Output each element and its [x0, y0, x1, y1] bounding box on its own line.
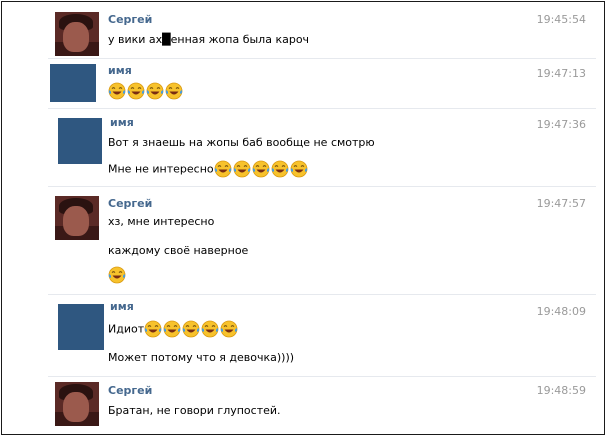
message: Сергей 19:45:54 у вики ах█енная жопа был…: [2, 12, 606, 60]
divider: [48, 108, 596, 109]
tears-of-joy-emoji-icon: [252, 160, 270, 178]
timestamp: 19:47:13: [536, 67, 586, 80]
avatar[interactable]: [58, 304, 104, 350]
message: имя 19:48:09 Идиот Может потому что я де…: [2, 300, 606, 372]
emoji-group: [108, 266, 127, 284]
tears-of-joy-emoji-icon: [144, 320, 162, 338]
divider: [48, 186, 596, 187]
message-text: каждому своё наверное: [108, 244, 249, 257]
avatar[interactable]: [55, 12, 99, 56]
tears-of-joy-emoji-icon: [214, 160, 232, 178]
timestamp: 19:47:36: [536, 118, 586, 131]
tears-of-joy-emoji-icon: [165, 82, 183, 100]
tears-of-joy-emoji-icon: [127, 82, 145, 100]
sender-name[interactable]: имя: [108, 64, 132, 77]
avatar[interactable]: [50, 64, 96, 102]
tears-of-joy-emoji-icon: [271, 160, 289, 178]
tears-of-joy-emoji-icon: [233, 160, 251, 178]
tears-of-joy-emoji-icon: [163, 320, 181, 338]
message: Сергей 19:47:57 хз, мне интересно каждом…: [2, 194, 606, 292]
tears-of-joy-emoji-icon: [146, 82, 164, 100]
message-text-with-emoji: Идиот: [108, 320, 239, 338]
avatar[interactable]: [55, 382, 99, 426]
timestamp: 19:48:09: [536, 305, 586, 318]
chat-window: Сергей 19:45:54 у вики ах█енная жопа был…: [1, 1, 605, 435]
message: имя 19:47:36 Вот я знаешь на жопы баб во…: [2, 114, 606, 184]
message: Сергей 19:48:59 Братан, не говори глупос…: [2, 382, 606, 430]
message-text-with-emoji: Мне не интересно: [108, 160, 309, 178]
message-text: у вики ах█енная жопа была кароч: [108, 33, 310, 46]
timestamp: 19:45:54: [536, 13, 586, 26]
message-text: Братан, не говори глупостей.: [108, 404, 281, 417]
divider: [48, 376, 596, 377]
emoji-group: [108, 82, 184, 100]
message-text: Вот я знаешь на жопы баб вообще не смотр…: [108, 136, 375, 149]
message-emoji-row: [108, 82, 184, 100]
tears-of-joy-emoji-icon: [290, 160, 308, 178]
sender-name[interactable]: имя: [110, 116, 134, 129]
message-emoji-row: [108, 266, 127, 284]
avatar[interactable]: [58, 118, 102, 164]
sender-name[interactable]: Сергей: [108, 197, 152, 210]
timestamp: 19:47:57: [536, 197, 586, 210]
sender-name[interactable]: Сергей: [108, 384, 152, 397]
tears-of-joy-emoji-icon: [182, 320, 200, 338]
divider: [48, 294, 596, 295]
sender-name[interactable]: имя: [110, 300, 134, 313]
tears-of-joy-emoji-icon: [108, 82, 126, 100]
emoji-group: [214, 160, 309, 178]
divider: [48, 58, 596, 59]
message: имя 19:47:13: [2, 64, 606, 114]
tears-of-joy-emoji-icon: [201, 320, 219, 338]
emoji-group: [144, 320, 239, 338]
timestamp: 19:48:59: [536, 384, 586, 397]
sender-name[interactable]: Сергей: [108, 13, 152, 26]
tears-of-joy-emoji-icon: [220, 320, 238, 338]
message-text: Идиот: [108, 322, 145, 336]
message-text: Мне не интересно: [108, 162, 214, 176]
avatar[interactable]: [55, 196, 99, 240]
tears-of-joy-emoji-icon: [108, 266, 126, 284]
message-text: хз, мне интересно: [108, 215, 215, 228]
message-text: Может потому что я девочка)))): [108, 351, 295, 364]
